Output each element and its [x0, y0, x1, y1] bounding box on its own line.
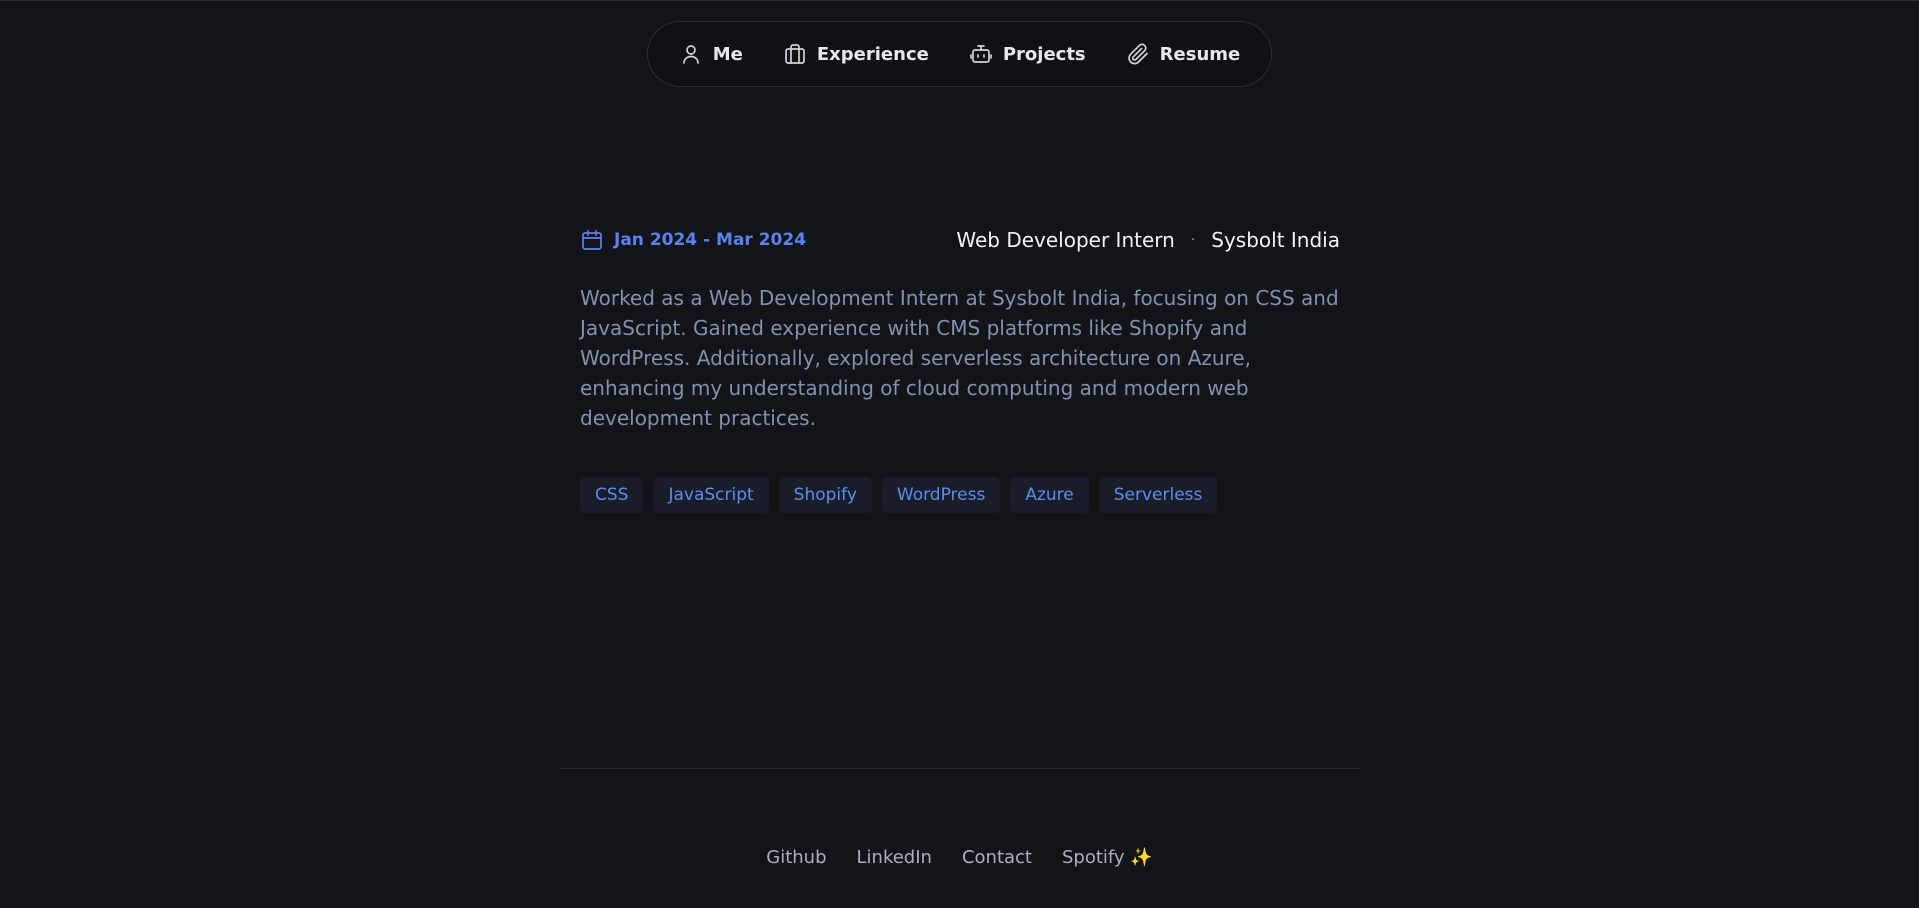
tag-javascript[interactable]: JavaScript — [653, 477, 769, 513]
tag-shopify[interactable]: Shopify — [778, 477, 872, 513]
user-icon — [679, 42, 703, 66]
tag-wordpress[interactable]: WordPress — [881, 477, 1001, 513]
role-line: Web Developer Intern · Sysbolt India — [956, 228, 1340, 252]
footer-link-contact[interactable]: Contact — [962, 847, 1032, 868]
experience-entry: Jan 2024 - Mar 2024 Web Developer Intern… — [580, 225, 1340, 513]
nav-item-label: Projects — [1002, 43, 1086, 65]
nav-item-label: Me — [712, 43, 743, 65]
date-range-text: Jan 2024 - Mar 2024 — [614, 230, 807, 250]
tag-css[interactable]: CSS — [580, 477, 644, 513]
nav-item-projects[interactable]: Projects — [969, 42, 1086, 66]
briefcase-icon — [783, 42, 807, 66]
entry-header: Jan 2024 - Mar 2024 Web Developer Intern… — [580, 225, 1340, 255]
tag-azure[interactable]: Azure — [1010, 477, 1089, 513]
footer-link-linkedin[interactable]: LinkedIn — [857, 847, 932, 868]
tag-serverless[interactable]: Serverless — [1098, 477, 1218, 513]
nav-item-resume[interactable]: Resume — [1126, 42, 1241, 66]
nav-item-label: Resume — [1159, 43, 1241, 65]
paperclip-icon — [1126, 42, 1150, 66]
nav-item-label: Experience — [816, 43, 929, 65]
job-title: Web Developer Intern — [956, 228, 1175, 252]
robot-icon — [969, 42, 993, 66]
footer-link-github[interactable]: Github — [766, 847, 826, 868]
company-name: Sysbolt India — [1211, 228, 1340, 252]
skill-tags: CSS JavaScript Shopify WordPress Azure S… — [580, 477, 1340, 513]
footer-links: Github LinkedIn Contact Spotify ✨ — [0, 847, 1919, 868]
job-description: Worked as a Web Development Intern at Sy… — [580, 286, 1339, 430]
date-range: Jan 2024 - Mar 2024 — [580, 228, 806, 252]
top-nav: Me Experience Projects Resume — [647, 21, 1272, 87]
nav-item-experience[interactable]: Experience — [783, 42, 929, 66]
nav-item-me[interactable]: Me — [679, 42, 743, 66]
separator-dot: · — [1190, 232, 1196, 248]
calendar-icon — [580, 228, 604, 252]
footer-link-spotify[interactable]: Spotify ✨ — [1062, 847, 1153, 868]
footer-divider — [560, 768, 1360, 769]
